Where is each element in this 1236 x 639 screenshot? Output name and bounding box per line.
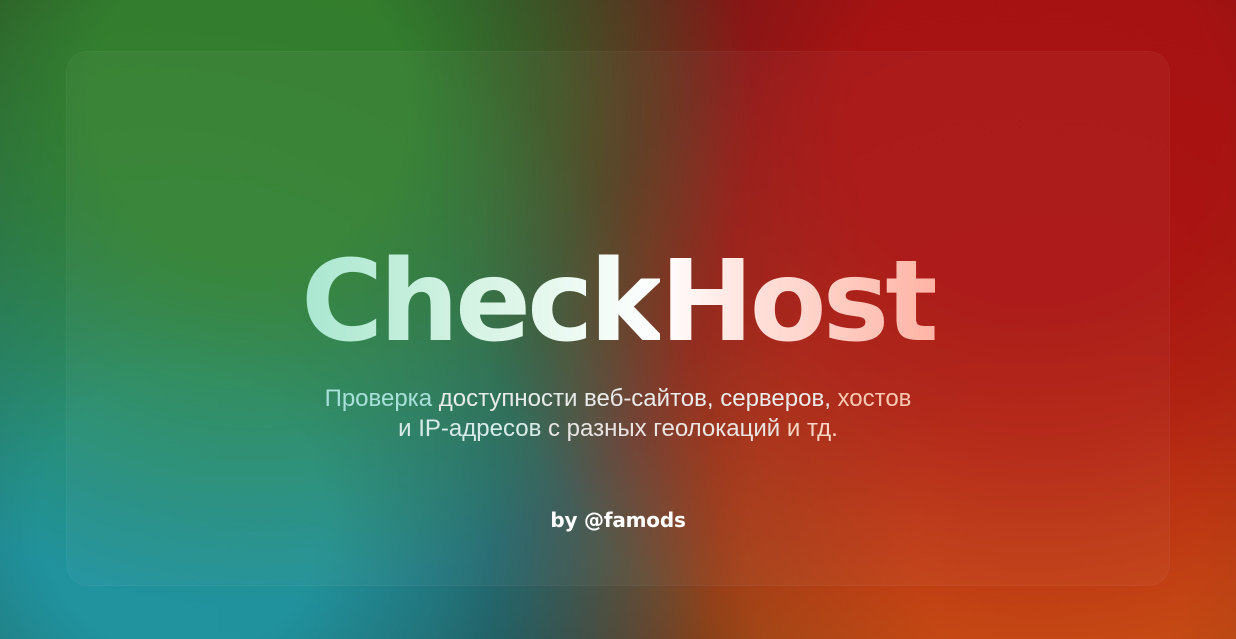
- subtitle: Проверка доступности веб-сайтов, серверо…: [0, 384, 1236, 444]
- page-title: CheckHost: [0, 246, 1236, 358]
- subtitle-line-1: Проверка доступности веб-сайтов, серверо…: [0, 384, 1236, 414]
- subtitle-line-2-part-1: и IP-адресов: [398, 415, 548, 442]
- title-host: Host: [659, 237, 939, 367]
- title-check: Check: [301, 237, 664, 367]
- subtitle-line-1-part-3: хостов: [837, 385, 912, 412]
- author-credit: by @famods: [550, 508, 686, 532]
- subtitle-line-2-part-2: с разных геолокаций: [547, 415, 787, 442]
- subtitle-line-2: и IP-адресов с разных геолокаций и тд.: [0, 414, 1236, 444]
- subtitle-line-1-part-2: доступности веб-сайтов, серверов,: [438, 385, 838, 412]
- subtitle-line-2-part-3: и тд.: [786, 415, 838, 442]
- subtitle-line-1-part-1: Проверка: [324, 385, 439, 412]
